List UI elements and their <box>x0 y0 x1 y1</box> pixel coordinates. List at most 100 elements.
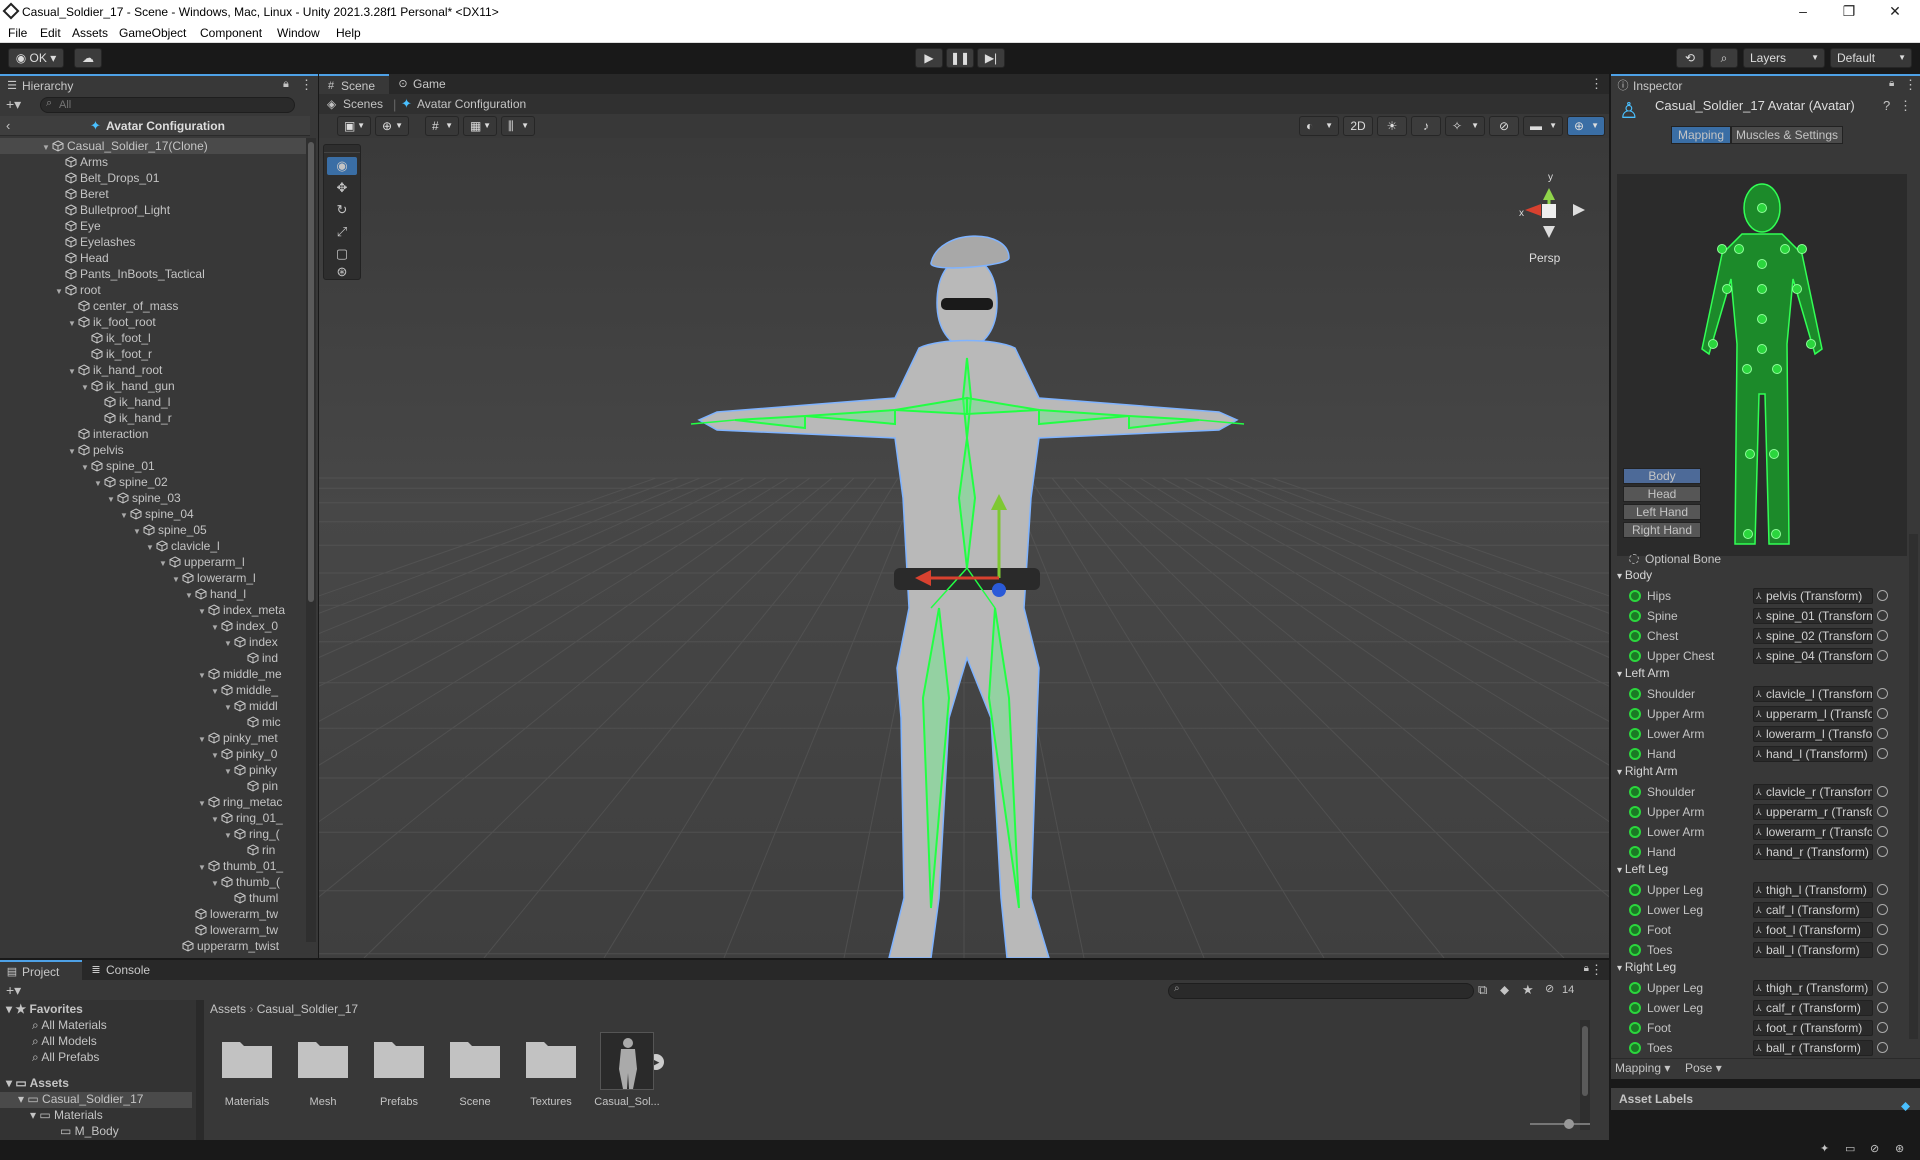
hierarchy-row[interactable]: ▼ hand_l <box>0 586 306 602</box>
hierarchy-row[interactable]: ▼ ring_metac <box>0 794 306 810</box>
fav-all-prefabs[interactable]: ⌕ All Prefabs <box>32 1050 99 1065</box>
cloud-button[interactable]: ☁ <box>74 48 102 68</box>
inspector-scrollbar[interactable] <box>1909 534 1918 1039</box>
body-part-left-hand[interactable]: Left Hand <box>1623 504 1701 520</box>
bone-transform-field[interactable]: clavicle_r (Transform) <box>1753 784 1873 800</box>
bone-transform-field[interactable]: thigh_l (Transform) <box>1753 882 1873 898</box>
draw-mode-dropdown[interactable]: ▣ <box>337 116 371 136</box>
debug-icon[interactable]: ✦ <box>1820 1142 1829 1155</box>
project-tree-scrollbar[interactable] <box>196 1000 204 1140</box>
layout-dropdown[interactable]: Default <box>1830 48 1912 68</box>
hierarchy-row[interactable]: ▼ upperarm_l <box>0 554 306 570</box>
hierarchy-row[interactable]: ▼ middl <box>0 698 306 714</box>
project-create-button[interactable]: +▾ <box>6 982 21 999</box>
expand-arrow-icon[interactable]: ▼ <box>183 588 195 602</box>
grid-snap-dropdown[interactable]: # <box>425 116 459 136</box>
hierarchy-row[interactable]: Pants_InBoots_Tactical <box>0 266 306 282</box>
object-picker-icon[interactable] <box>1877 846 1888 857</box>
hierarchy-row[interactable]: mic <box>0 714 306 730</box>
folder-icon[interactable] <box>448 1036 502 1080</box>
hierarchy-row[interactable]: Eye <box>0 218 306 234</box>
model-thumbnail[interactable] <box>600 1032 654 1090</box>
tree-materials[interactable]: ▾ ▭ Materials <box>30 1108 103 1122</box>
assets-node[interactable]: ▾ ▭ Assets <box>6 1076 69 1090</box>
breadcrumb-scenes[interactable]: Scenes <box>343 97 383 111</box>
hierarchy-row[interactable]: Belt_Drops_01 <box>0 170 306 186</box>
bone-status-icon[interactable] <box>1629 748 1641 760</box>
bone-transform-field[interactable]: calf_l (Transform) <box>1753 902 1873 918</box>
gizmos-dropdown[interactable]: ⊕ <box>1567 116 1605 136</box>
object-picker-icon[interactable] <box>1877 982 1888 993</box>
menu-help[interactable]: Help <box>336 26 361 40</box>
expand-arrow-icon[interactable]: ▼ <box>209 684 221 698</box>
hierarchy-row[interactable]: center_of_mass <box>0 298 306 314</box>
tab-hierarchy[interactable]: ☰ Hierarchy <box>0 74 318 94</box>
hierarchy-row[interactable]: rin <box>0 842 306 858</box>
bone-status-icon[interactable] <box>1629 846 1641 858</box>
mapping-dropdown[interactable]: Mapping ▾ <box>1615 1061 1670 1075</box>
bone-status-icon[interactable] <box>1629 884 1641 896</box>
favorites-node[interactable]: ▾ ★ Favorites <box>6 1002 83 1016</box>
bone-status-icon[interactable] <box>1629 1002 1641 1014</box>
object-picker-icon[interactable] <box>1877 944 1888 955</box>
bone-status-icon[interactable] <box>1629 924 1641 936</box>
zoom-slider[interactable] <box>1530 1119 1590 1129</box>
expand-arrow-icon[interactable]: ▼ <box>40 140 52 154</box>
folder-icon[interactable] <box>524 1036 578 1080</box>
object-picker-icon[interactable] <box>1877 728 1888 739</box>
hierarchy-row[interactable]: upperarm_twist <box>0 938 306 954</box>
expand-arrow-icon[interactable]: ▼ <box>222 700 234 714</box>
tab-inspector[interactable]: ⓘ Inspector <box>1611 74 1920 94</box>
close-button[interactable]: ✕ <box>1872 0 1918 24</box>
object-picker-icon[interactable] <box>1877 826 1888 837</box>
scene-viewport[interactable]: x y Persp ◉ ✥ ↻ ⤢ ▢ ⊛ <box>319 138 1609 958</box>
object-picker-icon[interactable] <box>1877 924 1888 935</box>
rect-tool-icon[interactable]: ▢ <box>327 245 357 263</box>
expand-arrow-icon[interactable]: ▼ <box>105 492 117 506</box>
expand-arrow-icon[interactable]: ▼ <box>157 556 169 570</box>
bone-transform-field[interactable]: pelvis (Transform) <box>1753 588 1873 604</box>
hierarchy-row[interactable]: lowerarm_tw <box>0 906 306 922</box>
hierarchy-row[interactable]: ▼ thumb_( <box>0 874 306 890</box>
breadcrumb-casual-soldier[interactable]: Casual_Soldier_17 <box>257 1002 358 1016</box>
object-picker-icon[interactable] <box>1877 806 1888 817</box>
audio-toggle[interactable]: ♪ <box>1411 116 1441 136</box>
hierarchy-row[interactable]: ik_hand_l <box>0 394 306 410</box>
network-icon[interactable]: ▭ <box>1845 1142 1855 1155</box>
hierarchy-row[interactable]: ▼ index_meta <box>0 602 306 618</box>
object-picker-icon[interactable] <box>1877 590 1888 601</box>
more-menu-icon[interactable]: ⋮ <box>1590 962 1603 978</box>
hierarchy-row[interactable]: ▼ pelvis <box>0 442 306 458</box>
bone-transform-field[interactable]: lowerarm_r (Transform) <box>1753 824 1873 840</box>
bone-group-header[interactable]: Right Leg <box>1617 960 1676 974</box>
menu-window[interactable]: Window <box>277 26 320 40</box>
bone-status-icon[interactable] <box>1629 806 1641 818</box>
hierarchy-row[interactable]: ▼ root <box>0 282 306 298</box>
cache-icon[interactable]: ⊘ <box>1870 1142 1879 1155</box>
expand-arrow-icon[interactable]: ▼ <box>79 380 91 394</box>
bone-transform-field[interactable]: spine_04 (Transform) <box>1753 648 1873 664</box>
filter-label-icon[interactable]: ⬥ <box>1500 982 1509 998</box>
tree-casual-soldier[interactable]: ▾ ▭ Casual_Soldier_17 <box>18 1092 143 1106</box>
object-picker-icon[interactable] <box>1877 708 1888 719</box>
expand-arrow-icon[interactable]: ▼ <box>222 764 234 778</box>
hierarchy-row[interactable]: ▼ pinky_met <box>0 730 306 746</box>
tab-mapping[interactable]: Mapping <box>1671 126 1731 144</box>
expand-arrow-icon[interactable]: ▼ <box>209 812 221 826</box>
menu-gameobject[interactable]: GameObject <box>119 26 186 40</box>
hierarchy-row[interactable]: ▼ ik_hand_gun <box>0 378 306 394</box>
search-button[interactable]: ⌕ <box>1710 48 1738 68</box>
hierarchy-row[interactable]: ▼ thumb_01_ <box>0 858 306 874</box>
hierarchy-row[interactable]: ▼ index_0 <box>0 618 306 634</box>
object-picker-icon[interactable] <box>1877 1022 1888 1033</box>
scene-more-icon[interactable]: ⋮ <box>1590 76 1603 92</box>
expand-arrow-icon[interactable]: ▼ <box>144 540 156 554</box>
view-tool-eye-icon[interactable]: ◉ <box>327 157 357 175</box>
hierarchy-row[interactable]: ▼ ik_hand_root <box>0 362 306 378</box>
bone-group-header[interactable]: Left Arm <box>1617 666 1670 680</box>
hierarchy-row[interactable]: ik_foot_l <box>0 330 306 346</box>
tab-game[interactable]: ⊙ Game <box>391 74 461 94</box>
hidden-toggle[interactable]: ⊘ <box>1489 116 1519 136</box>
lock-icon[interactable]: 🔒︎ <box>1889 78 1894 89</box>
expand-arrow-icon[interactable]: ▼ <box>79 460 91 474</box>
